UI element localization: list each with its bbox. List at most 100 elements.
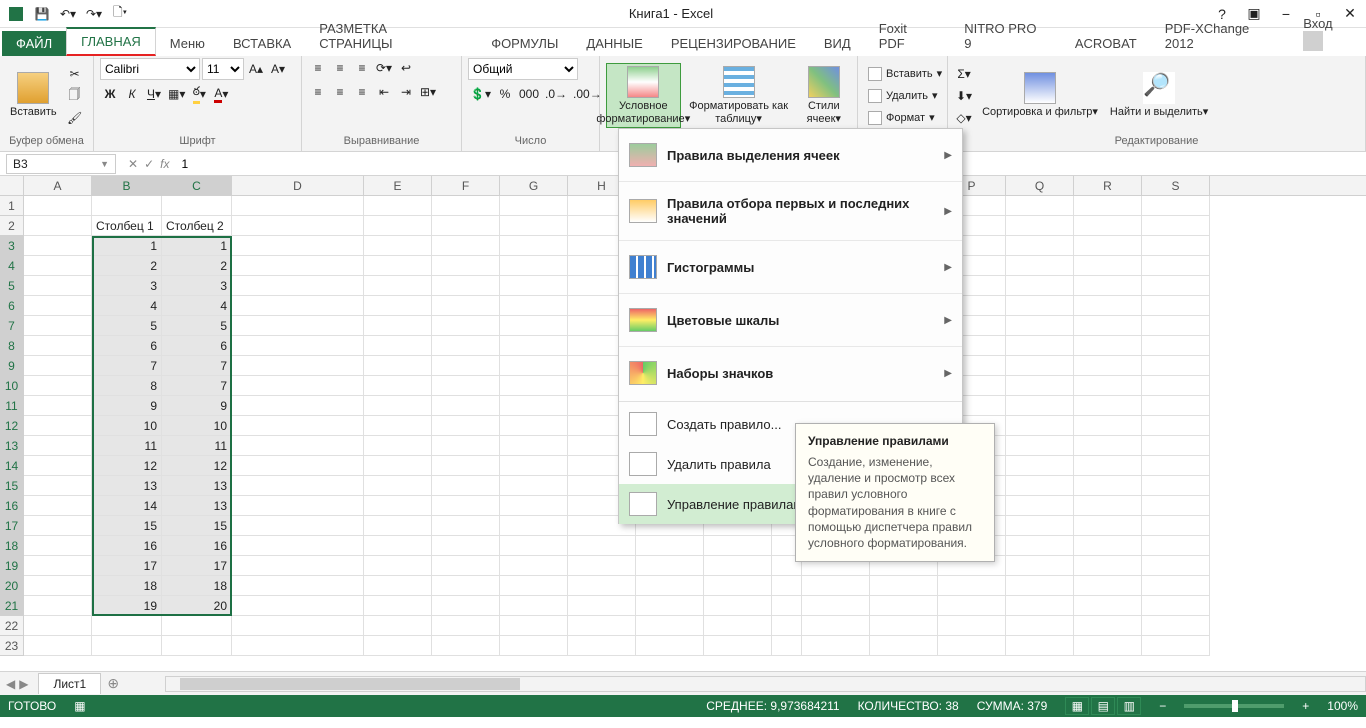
cell[interactable]	[1006, 336, 1074, 356]
cell[interactable]	[364, 496, 432, 516]
macro-record-icon[interactable]: ▦	[74, 699, 85, 713]
cell[interactable]: 11	[92, 436, 162, 456]
cell[interactable]: 13	[162, 476, 232, 496]
cell[interactable]	[500, 336, 568, 356]
cell[interactable]	[1142, 476, 1210, 496]
cell[interactable]	[232, 216, 364, 236]
cell[interactable]	[162, 196, 232, 216]
copy-button[interactable]: 🗍	[65, 86, 85, 106]
cell[interactable]	[24, 316, 92, 336]
underline-button[interactable]: Ч▾	[144, 84, 164, 104]
column-header[interactable]: R	[1074, 176, 1142, 195]
cell[interactable]: 17	[162, 556, 232, 576]
cell[interactable]	[1006, 296, 1074, 316]
cell[interactable]	[636, 536, 704, 556]
tab-home[interactable]: ГЛАВНАЯ	[66, 27, 156, 56]
comma-button[interactable]: 000	[517, 84, 541, 104]
cell[interactable]	[24, 636, 92, 656]
cell[interactable]	[1142, 636, 1210, 656]
cell[interactable]	[1142, 356, 1210, 376]
cell[interactable]	[24, 396, 92, 416]
cell[interactable]	[1142, 596, 1210, 616]
column-header[interactable]: G	[500, 176, 568, 195]
cell[interactable]: 7	[92, 356, 162, 376]
cell[interactable]	[364, 456, 432, 476]
cell[interactable]	[92, 636, 162, 656]
cell[interactable]	[232, 436, 364, 456]
cell[interactable]: 7	[162, 376, 232, 396]
cell[interactable]	[232, 616, 364, 636]
cell[interactable]	[364, 296, 432, 316]
cell[interactable]	[1006, 516, 1074, 536]
cell[interactable]	[1142, 616, 1210, 636]
cell[interactable]	[432, 616, 500, 636]
cell[interactable]	[1006, 316, 1074, 336]
cell[interactable]	[24, 276, 92, 296]
align-top-button[interactable]: ≡	[308, 58, 328, 78]
row-header[interactable]: 20	[0, 576, 24, 596]
cell[interactable]: 13	[92, 476, 162, 496]
cell[interactable]	[1142, 436, 1210, 456]
cell[interactable]	[24, 496, 92, 516]
cell[interactable]	[364, 356, 432, 376]
cell[interactable]	[1074, 296, 1142, 316]
row-header[interactable]: 2	[0, 216, 24, 236]
cell[interactable]	[1006, 616, 1074, 636]
cell[interactable]	[432, 216, 500, 236]
tab-formulas[interactable]: ФОРМУЛЫ	[477, 31, 572, 56]
cell[interactable]	[364, 536, 432, 556]
sort-filter-button[interactable]: Сортировка и фильтр▾	[978, 70, 1102, 120]
cell[interactable]	[704, 576, 772, 596]
row-header[interactable]: 19	[0, 556, 24, 576]
clear-button[interactable]: ◇▾	[954, 108, 974, 128]
cell[interactable]	[432, 376, 500, 396]
cell[interactable]	[364, 416, 432, 436]
tab-view[interactable]: ВИД	[810, 31, 865, 56]
cell[interactable]	[1074, 376, 1142, 396]
cell[interactable]	[1006, 196, 1074, 216]
new-button[interactable]: 🗋▾	[108, 3, 132, 25]
cell[interactable]	[568, 536, 636, 556]
cell[interactable]	[232, 316, 364, 336]
cell[interactable]	[162, 616, 232, 636]
cell[interactable]: 12	[162, 456, 232, 476]
row-header[interactable]: 22	[0, 616, 24, 636]
cell[interactable]	[364, 596, 432, 616]
column-header[interactable]: B	[92, 176, 162, 195]
cell[interactable]	[1006, 536, 1074, 556]
cell[interactable]	[500, 216, 568, 236]
cell[interactable]	[364, 576, 432, 596]
cell[interactable]	[500, 396, 568, 416]
column-header[interactable]: F	[432, 176, 500, 195]
row-header[interactable]: 15	[0, 476, 24, 496]
cell[interactable]	[500, 536, 568, 556]
row-header[interactable]: 12	[0, 416, 24, 436]
cell[interactable]	[24, 296, 92, 316]
cancel-entry-button[interactable]: ✕	[128, 157, 138, 171]
cell[interactable]: 16	[162, 536, 232, 556]
cell[interactable]	[1142, 196, 1210, 216]
cell[interactable]	[24, 556, 92, 576]
cell[interactable]	[432, 416, 500, 436]
cell[interactable]	[1006, 596, 1074, 616]
cell[interactable]	[232, 556, 364, 576]
cell[interactable]	[432, 256, 500, 276]
cell[interactable]	[364, 236, 432, 256]
cell[interactable]	[938, 576, 1006, 596]
paste-button[interactable]: Вставить	[6, 70, 61, 120]
cell[interactable]	[1142, 256, 1210, 276]
cell[interactable]: 19	[92, 596, 162, 616]
zoom-out-button[interactable]: −	[1159, 699, 1166, 713]
cell[interactable]	[938, 596, 1006, 616]
tab-nitro[interactable]: NITRO PRO 9	[950, 16, 1061, 56]
cell[interactable]	[1142, 516, 1210, 536]
cell[interactable]: 6	[162, 336, 232, 356]
cell[interactable]	[364, 256, 432, 276]
menu-color-scales[interactable]: Цветовые шкалы▶	[619, 294, 962, 347]
row-header[interactable]: 11	[0, 396, 24, 416]
row-header[interactable]: 7	[0, 316, 24, 336]
fill-color-button[interactable]: ఠ▾	[189, 84, 209, 104]
cell[interactable]	[636, 576, 704, 596]
cell[interactable]	[1074, 416, 1142, 436]
conditional-formatting-button[interactable]: Условное форматирование▾	[606, 63, 681, 127]
